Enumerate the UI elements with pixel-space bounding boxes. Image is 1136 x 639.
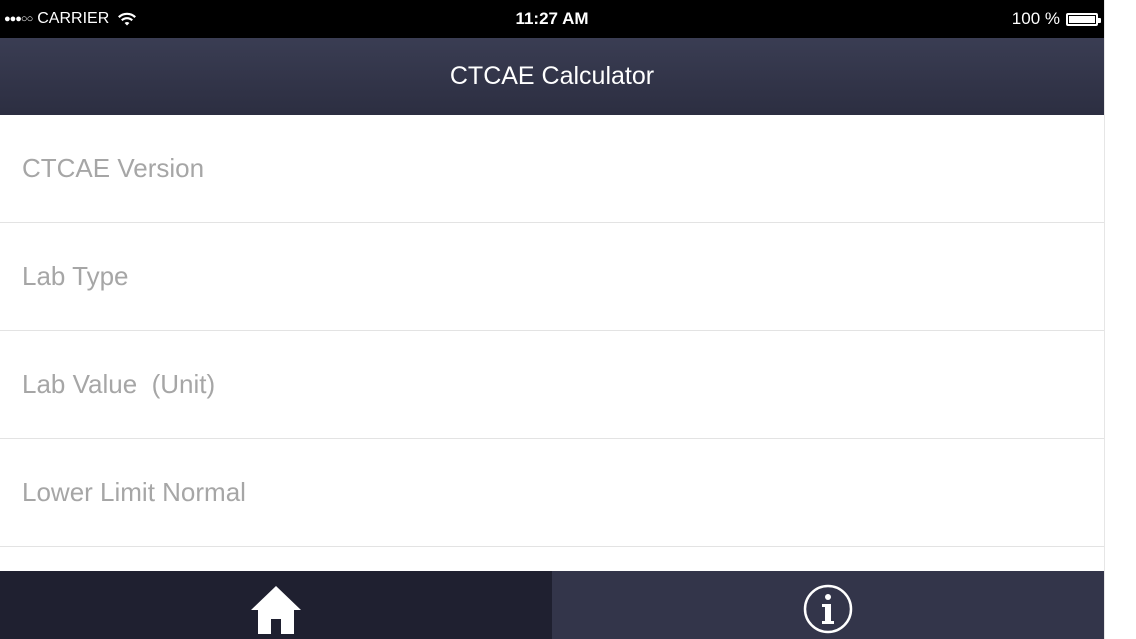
lab-value-placeholder: Lab Value (Unit) <box>22 369 216 399</box>
tab-bar <box>0 571 1104 639</box>
status-right: 100 % <box>1011 0 1101 38</box>
status-time: 11:27 AM <box>515 9 589 28</box>
page-title: CTCAE Calculator <box>449 62 655 90</box>
info-icon <box>803 584 853 634</box>
battery-icon <box>1066 12 1101 26</box>
app-screen: ●●●○○ CARRIER 11:27 AM 100 % CTCAE Calcu… <box>0 0 1104 639</box>
lower-limit-normal-placeholder: Lower Limit Normal <box>22 477 246 507</box>
lab-type-field[interactable]: Lab Type <box>0 223 1104 331</box>
screen-edge-margin <box>1104 0 1136 639</box>
lab-type-placeholder: Lab Type <box>22 261 129 291</box>
tab-info[interactable] <box>552 571 1104 639</box>
lower-limit-normal-field[interactable]: Lower Limit Normal <box>0 439 1104 547</box>
tab-home[interactable] <box>0 571 552 639</box>
ctcae-version-placeholder: CTCAE Version <box>22 153 205 183</box>
battery-fill <box>1069 15 1095 23</box>
navigation-bar: CTCAE Calculator <box>0 38 1104 115</box>
battery-percent: 100 % <box>1011 9 1060 28</box>
ctcae-version-field[interactable]: CTCAE Version <box>0 115 1104 223</box>
lab-value-field[interactable]: Lab Value (Unit) <box>0 331 1104 439</box>
calculator-form: CTCAE Version Lab Type Lab Value (Unit) … <box>0 115 1104 547</box>
status-bar: ●●●○○ CARRIER 11:27 AM 100 % <box>0 0 1104 38</box>
home-icon <box>251 586 301 634</box>
